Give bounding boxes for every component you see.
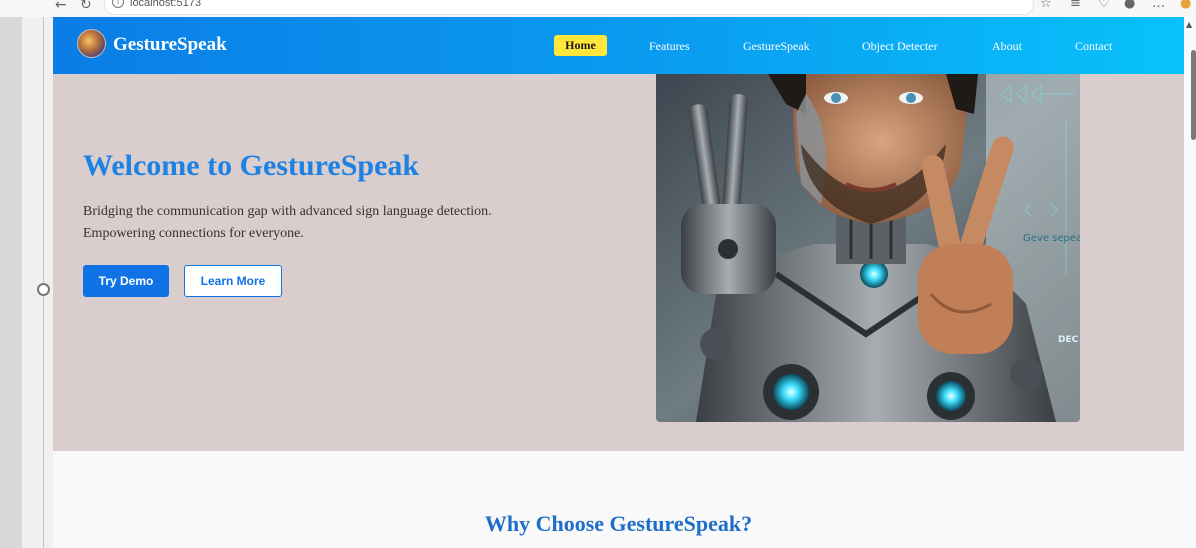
why-choose-heading: Why Choose GestureSpeak? [484, 511, 753, 536]
nav-features[interactable]: Features [649, 39, 690, 54]
favorite-star-icon[interactable]: ☆ [1040, 0, 1052, 11]
left-gutter [22, 17, 53, 548]
resize-handle[interactable] [37, 283, 50, 296]
nav-contact[interactable]: Contact [1075, 39, 1112, 54]
hero-title: Welcome to GestureSpeak [83, 149, 420, 182]
scrollbar-thumb[interactable] [1191, 50, 1196, 140]
brand-logo-icon[interactable] [77, 29, 106, 58]
nav-object-detecter[interactable]: Object Detecter [862, 39, 938, 54]
more-menu-icon[interactable]: … [1152, 0, 1165, 11]
extension-icon[interactable]: ♡ [1098, 0, 1110, 11]
scroll-up-icon[interactable]: ▲ [1186, 20, 1192, 29]
learn-more-button[interactable]: Learn More [184, 265, 282, 297]
address-bar-url: localhost:5173 [130, 0, 201, 9]
favorites-list-icon[interactable]: ≡ [1070, 0, 1081, 11]
image-badge-text: DEC [1058, 335, 1079, 345]
back-arrow-icon[interactable]: ← [55, 0, 67, 13]
image-overlay-text: Geve sepeak [1023, 233, 1080, 244]
cyborg-illustration: Geve sepeak DEC [656, 74, 1080, 422]
hero-description-line-2: Empowering connections for everyone. [83, 226, 304, 241]
copilot-icon[interactable]: ● [1180, 0, 1191, 11]
nav-gesturespeak[interactable]: GestureSpeak [743, 39, 810, 54]
browser-toolbar: ← ↻ i localhost:5173 ☆ ≡ ♡ ● … ● [0, 0, 1196, 17]
hero-section: Welcome to GestureSpeak Bridging the com… [53, 74, 1184, 451]
nav-about[interactable]: About [992, 39, 1022, 54]
profile-icon[interactable]: ● [1124, 0, 1135, 11]
address-bar[interactable] [104, 0, 1034, 15]
site-navbar: GestureSpeak Home Features GestureSpeak … [53, 17, 1184, 74]
web-page: GestureSpeak Home Features GestureSpeak … [53, 17, 1184, 548]
try-demo-button[interactable]: Try Demo [83, 265, 169, 297]
hero-description-line-1: Bridging the communication gap with adva… [83, 204, 492, 219]
nav-home[interactable]: Home [554, 35, 607, 56]
brand-name[interactable]: GestureSpeak [113, 34, 227, 56]
reload-icon[interactable]: ↻ [80, 0, 92, 13]
left-side-panel [0, 17, 22, 548]
hero-cyborg-image: Geve sepeak DEC [656, 74, 1080, 422]
hero-description: Bridging the communication gap with adva… [83, 201, 563, 245]
